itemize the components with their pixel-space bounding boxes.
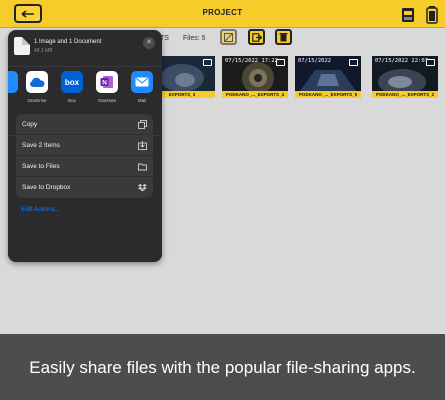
- delete-button[interactable]: [275, 29, 292, 45]
- thumbnail-label: PODKANO_..._EXPORTS_5: [295, 91, 361, 98]
- thumbnail-label: PODKANO_..._EXPORTS_4: [222, 91, 288, 98]
- files-count: Files: 5: [183, 35, 206, 42]
- onenote-icon: N: [96, 71, 118, 93]
- share-app-onedrive[interactable]: OneDrive: [22, 71, 52, 103]
- export-icon: [251, 32, 262, 42]
- checker-icon: [224, 32, 233, 42]
- action-save-to-dropbox[interactable]: Save to Dropbox: [16, 177, 153, 198]
- image-type-icon: [203, 59, 212, 66]
- app-icon: [8, 71, 18, 93]
- share-app-partial[interactable]: [8, 71, 22, 93]
- share-actions-list: Copy Save 2 Items Save to Files Save to …: [16, 114, 153, 198]
- thumbnail-label: PODKANO_..._EXPORTS_2: [372, 91, 438, 98]
- mail-icon: [131, 71, 153, 93]
- share-app-mail[interactable]: Mail: [127, 71, 157, 103]
- battery-icon: [426, 6, 438, 24]
- app-label: Box: [68, 98, 76, 103]
- sd-card-icon[interactable]: [401, 5, 415, 24]
- select-all-button[interactable]: [220, 29, 237, 45]
- app-label: Mail: [137, 98, 147, 103]
- box-icon: box: [61, 71, 83, 93]
- save-items-icon: [138, 141, 147, 150]
- share-app-onenote[interactable]: N OneNote: [92, 71, 122, 103]
- dropbox-icon: [138, 184, 147, 192]
- trash-icon: [279, 33, 288, 42]
- app-screen: PROJECT TS Files: 5 EXPORTS_3 07/15/2022…: [0, 0, 445, 400]
- action-save-items[interactable]: Save 2 Items: [16, 135, 153, 156]
- share-sheet: 1 Image and 1 Document 48.1 MB ✕ OneDriv…: [8, 30, 162, 262]
- image-type-icon: [349, 59, 358, 66]
- svg-text:N: N: [102, 80, 107, 87]
- caption-text: Easily share files with the popular file…: [29, 358, 416, 377]
- action-save-to-files[interactable]: Save to Files: [16, 156, 153, 177]
- top-bar: PROJECT: [0, 0, 445, 28]
- onedrive-icon: [26, 71, 48, 93]
- image-type-icon: [426, 59, 435, 66]
- action-label: Save 2 Items: [22, 142, 60, 149]
- thumbnail-date: 07/15/2022 22:07: [375, 58, 428, 64]
- share-sheet-subtitle: 48.1 MB: [34, 48, 53, 54]
- folder-icon: [138, 163, 147, 171]
- copy-icon: [138, 120, 147, 129]
- action-label: Save to Dropbox: [22, 184, 71, 191]
- export-button[interactable]: [248, 29, 265, 45]
- share-app-box[interactable]: box Box: [57, 71, 87, 103]
- action-label: Save to Files: [22, 163, 60, 170]
- image-type-icon: [276, 59, 285, 66]
- action-label: Copy: [22, 121, 38, 128]
- document-icon: [14, 37, 30, 55]
- action-copy[interactable]: Copy: [16, 114, 153, 135]
- page-title: PROJECT: [202, 8, 243, 17]
- app-label: OneNote: [97, 98, 116, 103]
- thumbnail-date: 07/15/2022: [298, 58, 332, 64]
- close-button[interactable]: ✕: [143, 37, 155, 49]
- share-sheet-header: 1 Image and 1 Document 48.1 MB ✕: [8, 30, 162, 60]
- share-sheet-title: 1 Image and 1 Document: [34, 39, 102, 45]
- app-label: OneDrive: [27, 98, 47, 103]
- caption-band: Easily share files with the popular file…: [0, 334, 445, 400]
- thumbnail-date: 07/15/2022 17:22: [225, 58, 278, 64]
- close-icon: ✕: [146, 39, 152, 46]
- edit-actions-link[interactable]: Edit Actions...: [21, 206, 60, 213]
